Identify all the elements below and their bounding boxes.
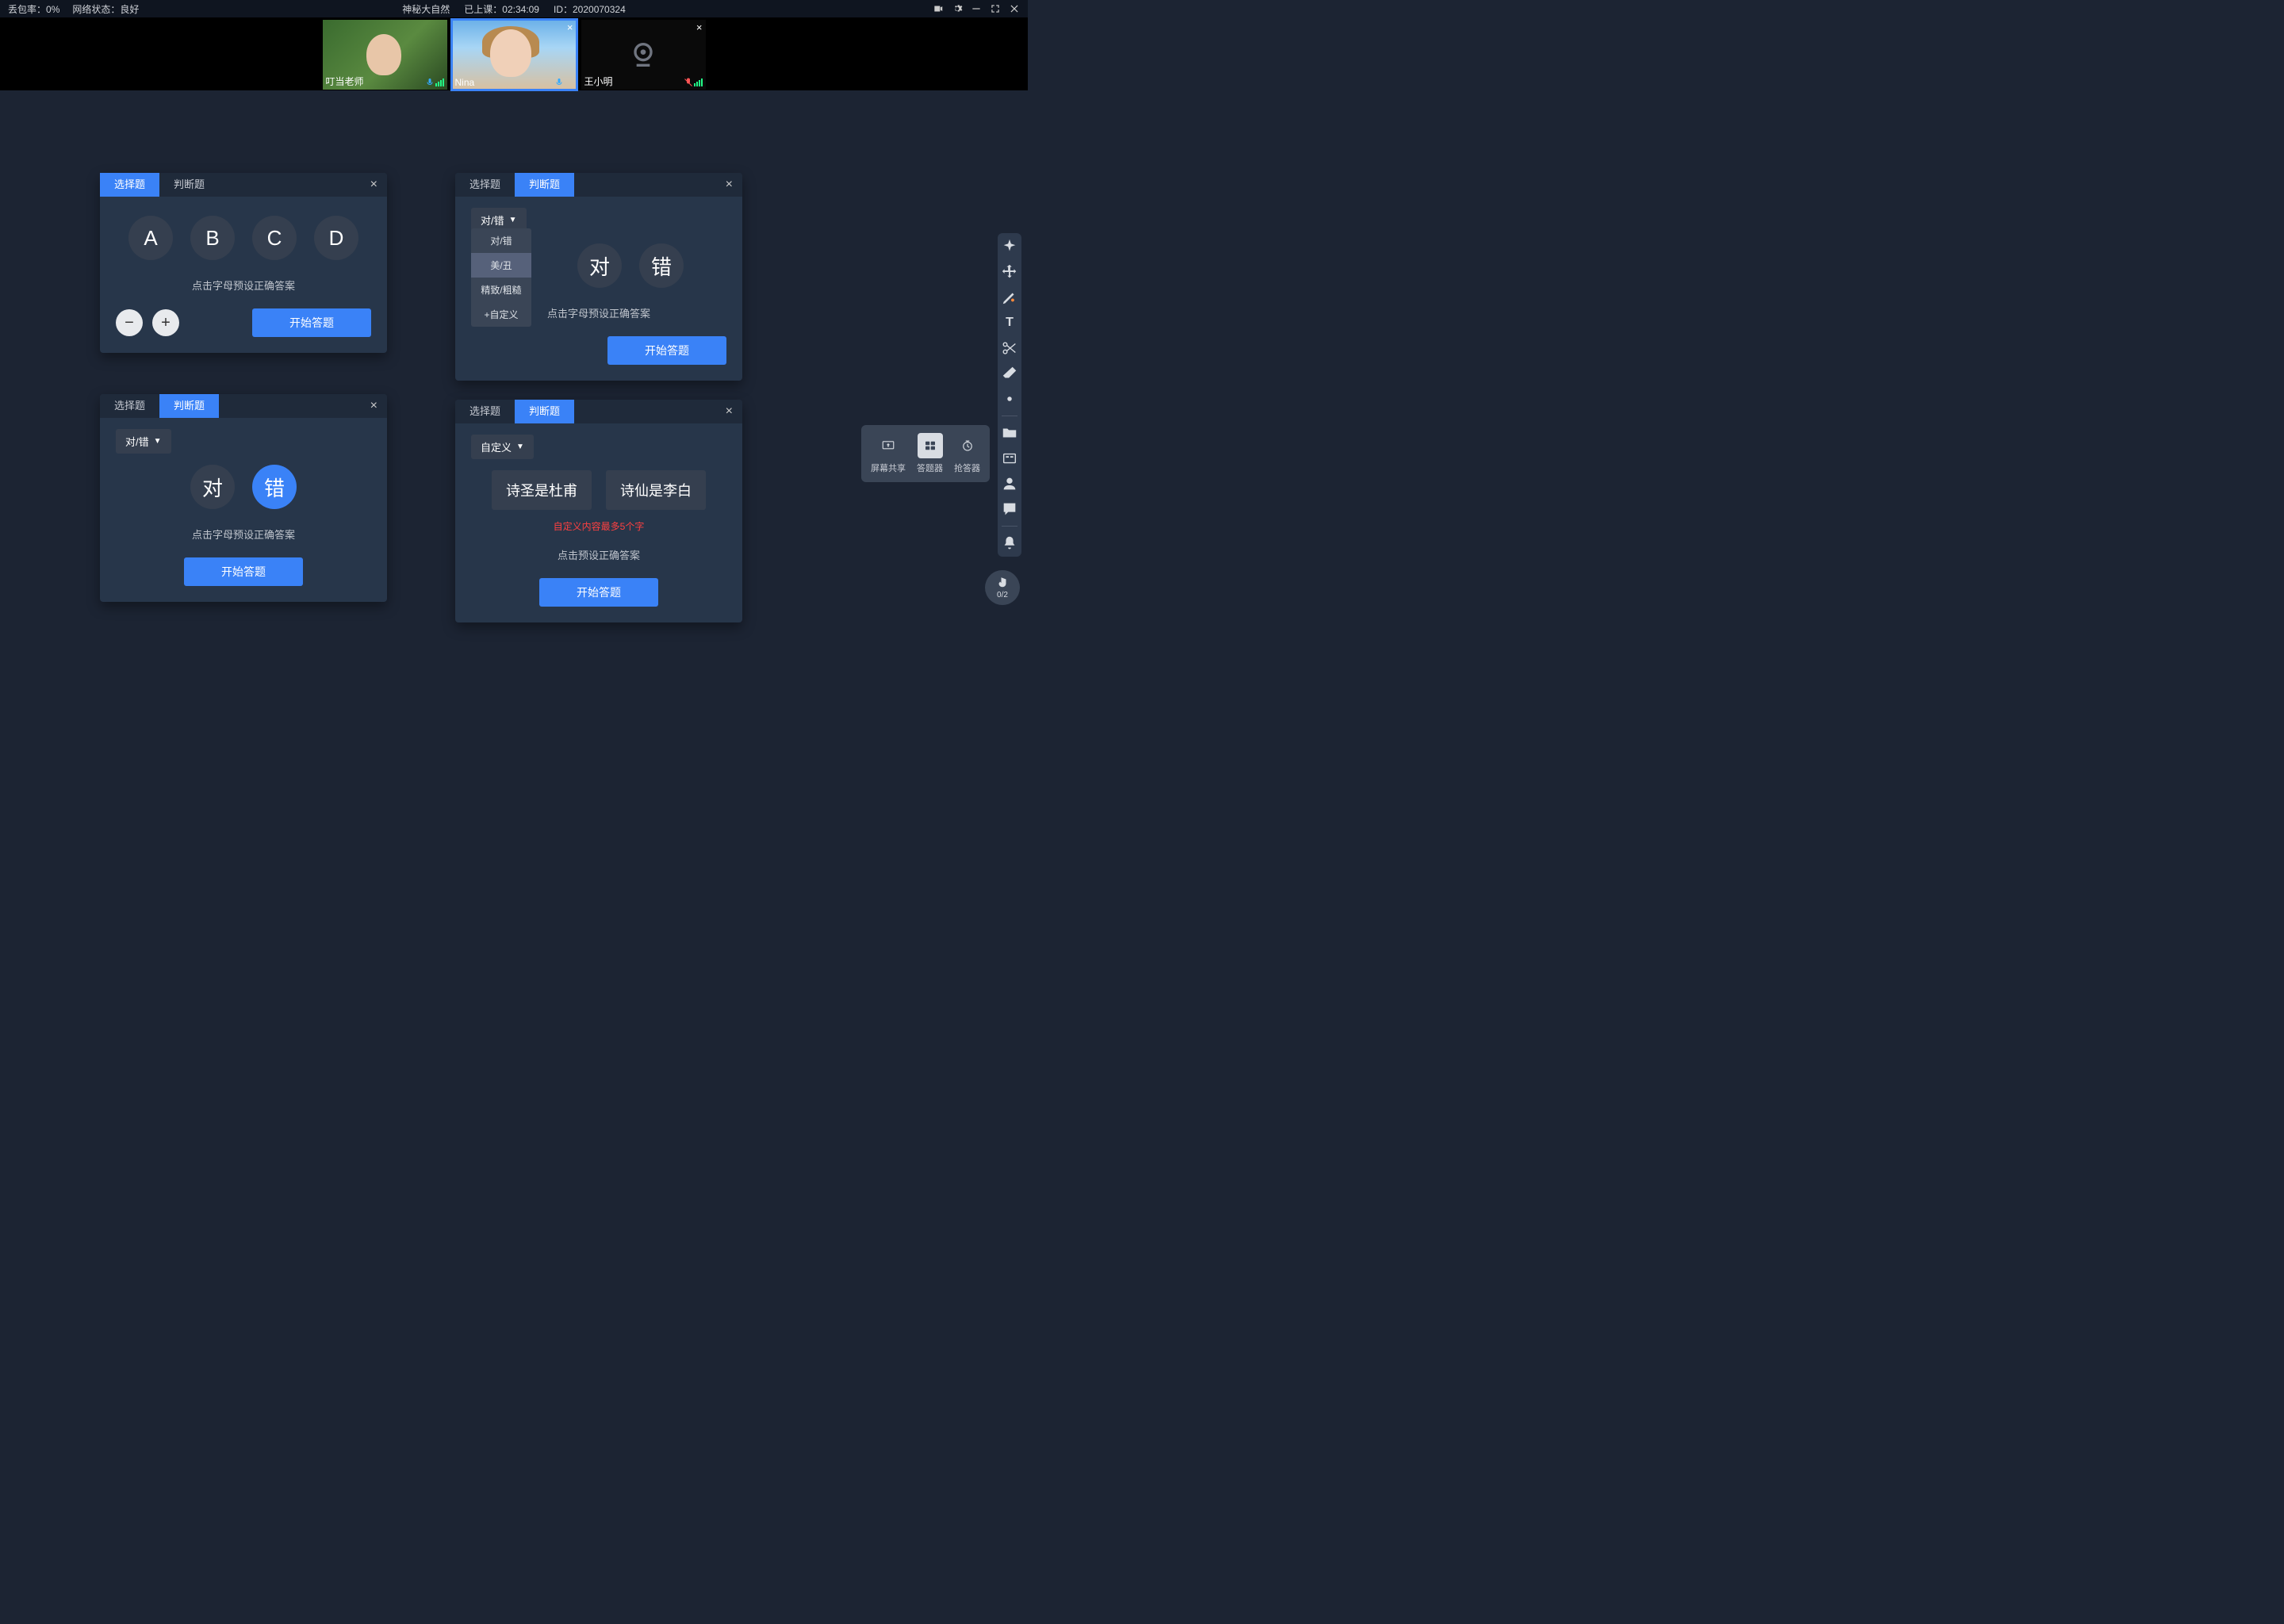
- tab-judge[interactable]: 判断题: [159, 173, 219, 197]
- dropdown-item[interactable]: 精致/粗糙: [471, 278, 531, 302]
- folder-tool-icon[interactable]: [1001, 424, 1018, 442]
- webcam-off-icon: [627, 39, 659, 71]
- mic-icon: [554, 78, 564, 87]
- tab-judge[interactable]: 判断题: [515, 400, 574, 423]
- network-status: 网络状态：良好: [72, 2, 139, 16]
- mic-muted-icon: [684, 78, 693, 87]
- custom-option-1[interactable]: 诗圣是杜甫: [492, 470, 592, 510]
- class-id: ID：2020070324: [554, 2, 626, 16]
- chat-tool-icon[interactable]: [1001, 500, 1018, 518]
- race-answer-button[interactable]: 抢答器: [954, 433, 980, 474]
- remove-participant-icon[interactable]: ×: [696, 21, 703, 33]
- answer-tool-button[interactable]: 答题器: [917, 433, 943, 474]
- tab-judge[interactable]: 判断题: [515, 173, 574, 197]
- option-false[interactable]: 错: [639, 243, 684, 288]
- gear-icon[interactable]: [952, 3, 963, 14]
- laser-tool-icon[interactable]: [1001, 390, 1018, 408]
- remove-participant-icon[interactable]: ×: [567, 21, 573, 33]
- dropdown-item[interactable]: +自定义: [471, 302, 531, 327]
- option-c[interactable]: C: [252, 216, 297, 260]
- start-quiz-button[interactable]: 开始答题: [184, 557, 303, 586]
- elapsed-time: 已上课：02:34:09: [464, 2, 539, 16]
- custom-option-2[interactable]: 诗仙是李白: [606, 470, 706, 510]
- quiz-panel-judge-custom: 选择题 判断题 × 自定义▼ 诗圣是杜甫 诗仙是李白 自定义内容最多5个字 点击…: [455, 400, 742, 622]
- option-d[interactable]: D: [314, 216, 358, 260]
- screen-share-button[interactable]: 屏幕共享: [871, 433, 906, 474]
- pen-tool-icon[interactable]: ●: [1001, 289, 1018, 306]
- quiz-panel-judge-selected: 选择题 判断题 × 对/错▼ 对 错 点击字母预设正确答案 开始答题: [100, 394, 387, 602]
- hand-count: 0/2: [997, 591, 1008, 599]
- hint-text: 点击字母预设正确答案: [116, 278, 371, 293]
- camera-toggle-icon[interactable]: [933, 3, 944, 14]
- whiteboard-toolbar: ● T: [998, 233, 1021, 557]
- hand-icon: [995, 576, 1010, 590]
- quiz-panel-choice: 选择题 判断题 × A B C D 点击字母预设正确答案 − + 开始答题: [100, 173, 387, 353]
- option-b[interactable]: B: [190, 216, 235, 260]
- eraser-tool-icon[interactable]: [1001, 365, 1018, 382]
- user-tool-icon[interactable]: [1001, 475, 1018, 492]
- close-icon[interactable]: ×: [361, 394, 387, 418]
- start-quiz-button[interactable]: 开始答题: [607, 336, 726, 365]
- volume-bars-icon: [694, 79, 703, 86]
- dropdown-menu: 对/错 美/丑 精致/粗糙 +自定义: [471, 228, 531, 327]
- participant-name: 叮当老师: [326, 75, 364, 88]
- hint-text: 点击字母预设正确答案: [116, 527, 371, 542]
- top-bar: 丢包率：0% 网络状态：良好 神秘大自然 已上课：02:34:09 ID：202…: [0, 0, 1028, 17]
- judge-type-dropdown[interactable]: 自定义▼: [471, 435, 534, 459]
- start-quiz-button[interactable]: 开始答题: [539, 578, 658, 607]
- tab-choice[interactable]: 选择题: [100, 394, 159, 418]
- apps-tool-icon[interactable]: [1001, 450, 1018, 467]
- error-text: 自定义内容最多5个字: [471, 519, 726, 533]
- video-strip: 叮当老师 × Nina × 王小明: [0, 17, 1028, 90]
- close-icon[interactable]: ×: [716, 173, 742, 197]
- start-quiz-button[interactable]: 开始答题: [252, 308, 371, 337]
- video-tile-teacher[interactable]: 叮当老师: [323, 20, 447, 90]
- minimize-icon[interactable]: [971, 3, 982, 14]
- video-tile-student-wxm[interactable]: × 王小明: [581, 20, 706, 90]
- option-true[interactable]: 对: [190, 465, 235, 509]
- tab-choice[interactable]: 选择题: [100, 173, 159, 197]
- fullscreen-icon[interactable]: [990, 3, 1001, 14]
- class-title: 神秘大自然: [402, 2, 450, 16]
- packet-loss: 丢包率：0%: [8, 2, 59, 16]
- decrease-options-button[interactable]: −: [116, 309, 143, 336]
- caret-down-icon: ▼: [509, 216, 517, 224]
- scissors-tool-icon[interactable]: [1001, 339, 1018, 357]
- dropdown-item[interactable]: 美/丑: [471, 253, 531, 278]
- mic-icon: [425, 78, 435, 87]
- bell-tool-icon[interactable]: [1001, 534, 1018, 552]
- option-true[interactable]: 对: [577, 243, 622, 288]
- raise-hand-button[interactable]: 0/2: [985, 570, 1020, 605]
- volume-bars-icon: [435, 79, 444, 86]
- caret-down-icon: ▼: [154, 437, 162, 446]
- hint-text: 点击预设正确答案: [471, 547, 726, 562]
- teaching-tools-popup: 屏幕共享 答题器 抢答器: [861, 425, 990, 482]
- option-false[interactable]: 错: [252, 465, 297, 509]
- participant-name: Nina: [455, 77, 475, 88]
- video-tile-student-nina[interactable]: × Nina: [452, 20, 577, 90]
- tab-judge[interactable]: 判断题: [159, 394, 219, 418]
- participant-name: 王小明: [584, 75, 613, 88]
- tab-choice[interactable]: 选择题: [455, 400, 515, 423]
- quiz-panel-judge-dropdown: 选择题 判断题 × 对/错▼ 对/错 美/丑 精致/粗糙 +自定义 对 错 点击…: [455, 173, 742, 381]
- pointer-tool-icon[interactable]: [1001, 238, 1018, 255]
- tab-choice[interactable]: 选择题: [455, 173, 515, 197]
- close-icon[interactable]: ×: [716, 400, 742, 423]
- close-icon[interactable]: ×: [361, 173, 387, 197]
- text-tool-icon[interactable]: T: [1001, 314, 1018, 331]
- close-icon[interactable]: [1009, 3, 1020, 14]
- separator: [1002, 526, 1017, 527]
- dropdown-item[interactable]: 对/错: [471, 228, 531, 253]
- caret-down-icon: ▼: [516, 442, 524, 451]
- option-a[interactable]: A: [128, 216, 173, 260]
- judge-type-dropdown[interactable]: 对/错▼: [116, 429, 171, 454]
- move-tool-icon[interactable]: [1001, 263, 1018, 281]
- increase-options-button[interactable]: +: [152, 309, 179, 336]
